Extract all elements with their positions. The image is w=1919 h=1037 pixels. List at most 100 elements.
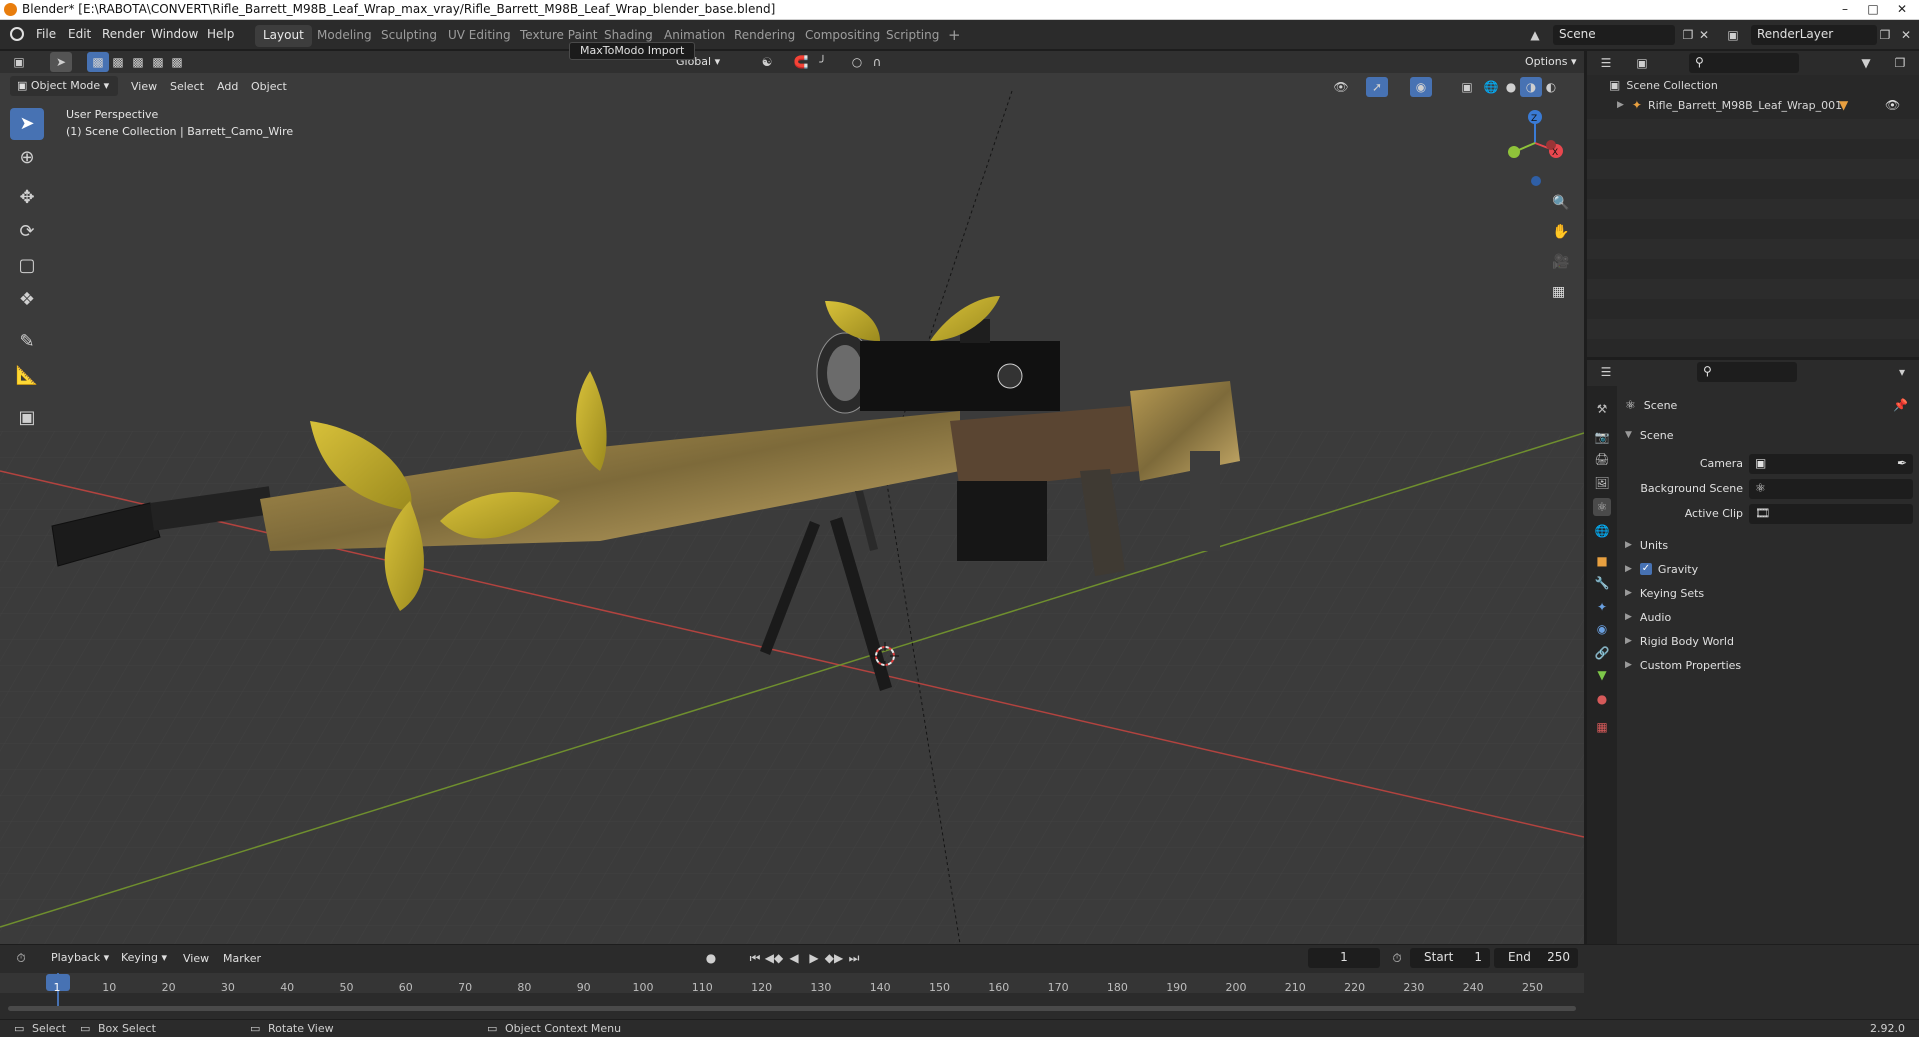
background-scene-field[interactable]: ⚛	[1749, 479, 1913, 499]
record-icon[interactable]: ●	[700, 948, 722, 968]
snap-icon[interactable]: 🧲	[790, 52, 812, 72]
jump-end-icon[interactable]: ⏭	[843, 948, 865, 968]
view-layer-tab-icon[interactable]: 🖼	[1593, 474, 1611, 492]
pin-icon[interactable]: 📌	[1893, 398, 1908, 412]
outliner[interactable]: ☰ ▣ ⚲ ▼ ❐ ▣ Scene Collection ▶ ✦ Rifle_B…	[1587, 51, 1919, 357]
shading-rendered-icon[interactable]: ◐	[1540, 77, 1562, 97]
snap-target-icon[interactable]: ╯	[812, 52, 834, 72]
particles-tab-icon[interactable]: ✦	[1593, 598, 1611, 616]
tab-layout[interactable]: Layout	[255, 25, 312, 47]
marker-menu[interactable]: Marker	[223, 952, 261, 965]
rotate-tool-icon[interactable]: ⟳	[10, 216, 44, 248]
options-dropdown[interactable]: Options ▾	[1518, 52, 1584, 72]
measure-tool-icon[interactable]: 📐	[10, 360, 44, 392]
scene-panel-header[interactable]: ▼ Scene	[1625, 424, 1915, 446]
tool-tab-icon[interactable]: ⚒	[1593, 400, 1611, 418]
pivot-icon[interactable]: ☯	[756, 52, 778, 72]
rigid-body-world-panel[interactable]: ▶ Rigid Body World	[1625, 630, 1915, 652]
shading-wireframe-icon[interactable]: 🌐	[1480, 77, 1502, 97]
xray-toggle-icon[interactable]: ▣	[1456, 77, 1478, 97]
pan-hand-icon[interactable]: ✋	[1552, 224, 1569, 240]
menu-window[interactable]: Window	[151, 27, 198, 41]
add-workspace-button[interactable]: +	[942, 25, 967, 47]
menu-edit[interactable]: Edit	[68, 27, 91, 41]
tab-modeling[interactable]: Modeling	[309, 25, 380, 47]
new-renderlayer-icon[interactable]: ❐	[1874, 25, 1896, 45]
select-mode-subtract-icon[interactable]: ▩	[127, 52, 149, 72]
data-tab-icon[interactable]: ▼	[1593, 666, 1611, 684]
tab-compositing[interactable]: Compositing	[797, 25, 888, 47]
eyedropper-icon[interactable]: ✒	[1897, 456, 1907, 470]
annotate-tool-icon[interactable]: ✎	[10, 326, 44, 358]
scene-collection-row[interactable]: ▣ Scene Collection	[1609, 75, 1718, 95]
units-panel[interactable]: ▶ Units	[1625, 534, 1915, 556]
add-cube-tool-icon[interactable]: ▣	[10, 402, 44, 434]
delete-scene-icon[interactable]: ✕	[1693, 25, 1715, 45]
shading-solid-icon[interactable]: ●	[1500, 77, 1522, 97]
prev-keyframe-icon[interactable]: ◀◆	[763, 948, 785, 968]
material-tab-icon[interactable]: ●	[1593, 690, 1611, 708]
properties-editor-type-icon[interactable]: ☰	[1595, 362, 1617, 382]
outliner-item[interactable]: ▶ ✦ Rifle_Barrett_M98B_Leaf_Wrap_001 ▼ 👁	[1617, 95, 1917, 115]
output-tab-icon[interactable]: 🖨	[1593, 450, 1611, 468]
menu-select[interactable]: Select	[170, 80, 204, 93]
select-mode-extend-icon[interactable]: ▩	[107, 52, 129, 72]
move-tool-icon[interactable]: ✥	[10, 182, 44, 214]
audio-panel[interactable]: ▶ Audio	[1625, 606, 1915, 628]
next-keyframe-icon[interactable]: ◆▶	[823, 948, 845, 968]
constraints-tab-icon[interactable]: 🔗	[1593, 644, 1611, 662]
properties-editor[interactable]: ☰ ⚲ ▾	[1587, 360, 1919, 944]
current-frame-field[interactable]: 1	[1308, 948, 1380, 968]
camera-field[interactable]: ▣ ✒	[1749, 454, 1913, 474]
zoom-icon[interactable]: 🔍	[1552, 195, 1569, 211]
select-mode-new-icon[interactable]: ▩	[87, 52, 109, 72]
new-collection-icon[interactable]: ❐	[1889, 53, 1911, 73]
menu-help[interactable]: Help	[207, 27, 234, 41]
object-tab-icon[interactable]: ■	[1593, 552, 1611, 570]
editor-type-icon[interactable]: ▣	[8, 52, 30, 72]
tab-sculpting[interactable]: Sculpting	[373, 25, 445, 47]
menu-render[interactable]: Render	[102, 27, 145, 41]
proportional-edit-icon[interactable]: ○	[846, 52, 868, 72]
outliner-editor-type-icon[interactable]: ☰	[1595, 53, 1617, 73]
select-tool-icon[interactable]: ➤	[50, 52, 72, 72]
modifier-tab-icon[interactable]: 🔧	[1593, 574, 1611, 592]
3d-viewport[interactable]: Z X User Perspective (1) Scene Collectio…	[0, 51, 1584, 944]
delete-renderlayer-icon[interactable]: ✕	[1895, 25, 1917, 45]
display-mode-icon[interactable]: ▣	[1631, 53, 1653, 73]
scene-browse-icon[interactable]: ▲	[1524, 25, 1546, 45]
keying-menu[interactable]: Keying ▾	[114, 948, 174, 968]
cursor-tool-icon[interactable]: ⊕	[10, 142, 44, 174]
select-mode-invert-icon[interactable]: ▩	[166, 52, 188, 72]
perspective-toggle-icon[interactable]: ▦	[1552, 284, 1565, 300]
start-frame-field[interactable]: Start 1	[1410, 948, 1490, 968]
gizmo-toggle-icon[interactable]: ➚	[1366, 77, 1388, 97]
menu-add[interactable]: Add	[217, 80, 238, 93]
menu-view[interactable]: View	[131, 80, 157, 93]
gravity-panel[interactable]: ▶ ✓ Gravity	[1625, 558, 1915, 580]
menu-object[interactable]: Object	[251, 80, 287, 93]
outliner-search-input[interactable]: ⚲	[1689, 53, 1799, 73]
tab-scripting[interactable]: Scripting	[878, 25, 947, 47]
eye-icon[interactable]: 👁	[1885, 98, 1900, 112]
keying-sets-panel[interactable]: ▶ Keying Sets	[1625, 582, 1915, 604]
filter-icon[interactable]: ▼	[1855, 53, 1877, 73]
camera-view-icon[interactable]: 🎥	[1552, 254, 1569, 270]
render-tab-icon[interactable]: 📷	[1593, 428, 1611, 446]
mode-dropdown[interactable]: ▣ Object Mode ▾	[10, 76, 118, 96]
timeline-scrollbar[interactable]	[8, 1006, 1576, 1011]
properties-search-input[interactable]: ⚲	[1697, 362, 1797, 382]
timeline-view-menu[interactable]: View	[183, 952, 209, 965]
tab-uv-editing[interactable]: UV Editing	[440, 25, 519, 47]
play-reverse-icon[interactable]: ◀	[783, 948, 805, 968]
maximize-button[interactable]: □	[1859, 0, 1887, 20]
texture-tab-icon[interactable]: ▦	[1593, 718, 1611, 736]
blender-menu-icon[interactable]	[10, 27, 24, 41]
menu-file[interactable]: File	[36, 27, 56, 41]
physics-tab-icon[interactable]: ◉	[1593, 620, 1611, 638]
world-tab-icon[interactable]: 🌐	[1593, 522, 1611, 540]
end-frame-field[interactable]: End 250	[1494, 948, 1578, 968]
visibility-icon[interactable]: 👁	[1330, 77, 1352, 97]
play-icon[interactable]: ▶	[803, 948, 825, 968]
falloff-icon[interactable]: ∩	[866, 52, 888, 72]
